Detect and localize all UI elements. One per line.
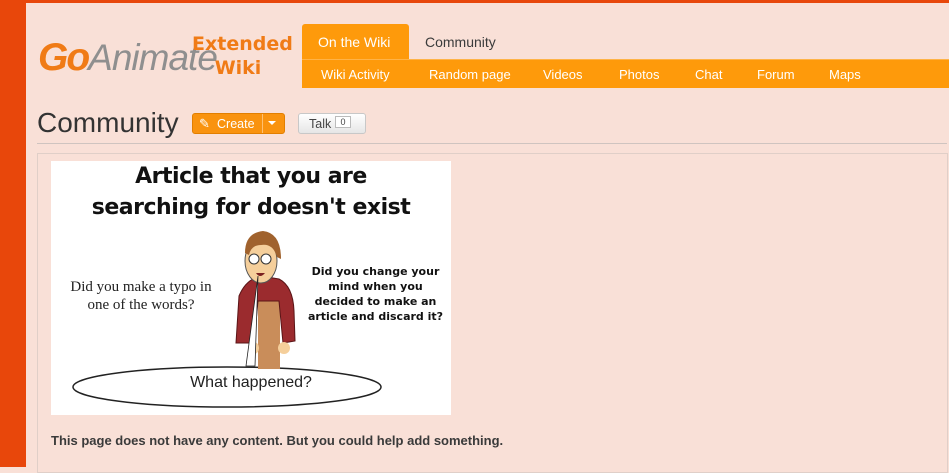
tab-community[interactable]: Community	[409, 24, 512, 59]
left-border	[0, 0, 26, 467]
create-label: Create	[217, 117, 255, 131]
top-border	[0, 0, 949, 3]
sub-navigation: Wiki Activity Random page Videos Photos …	[302, 59, 949, 88]
logo-wiki: Wiki	[214, 57, 262, 79]
talk-label: Talk	[309, 117, 332, 131]
wiki-logo[interactable]: Go Animate	[38, 34, 218, 79]
chevron-down-icon[interactable]	[268, 121, 276, 125]
logo-subtitle[interactable]: Extended Wiki	[192, 32, 293, 80]
logo-extended: Extended	[192, 33, 293, 55]
nav-videos[interactable]: Videos	[543, 67, 583, 82]
nav-maps[interactable]: Maps	[829, 67, 861, 82]
talk-count-badge: 0	[335, 116, 351, 128]
logo-go: Go	[38, 36, 90, 79]
page-title: Community	[37, 107, 179, 138]
create-button[interactable]: ✎ Create	[192, 113, 285, 134]
create-separator	[262, 114, 263, 133]
nav-forum[interactable]: Forum	[757, 67, 795, 82]
nav-wiki-activity[interactable]: Wiki Activity	[321, 67, 390, 82]
image-bubble-text: What happened?	[190, 374, 312, 391]
talk-button[interactable]: Talk 0	[298, 113, 366, 134]
article-missing-image: Article that you are searching for doesn…	[51, 161, 451, 415]
pencil-icon: ✎	[199, 116, 210, 131]
nav-photos[interactable]: Photos	[619, 67, 659, 82]
nav-chat[interactable]: Chat	[695, 67, 722, 82]
nav-random-page[interactable]: Random page	[429, 67, 511, 82]
header-divider	[37, 143, 947, 144]
tab-on-the-wiki[interactable]: On the Wiki	[302, 24, 409, 59]
empty-page-message: This page does not have any content. But…	[51, 433, 504, 448]
